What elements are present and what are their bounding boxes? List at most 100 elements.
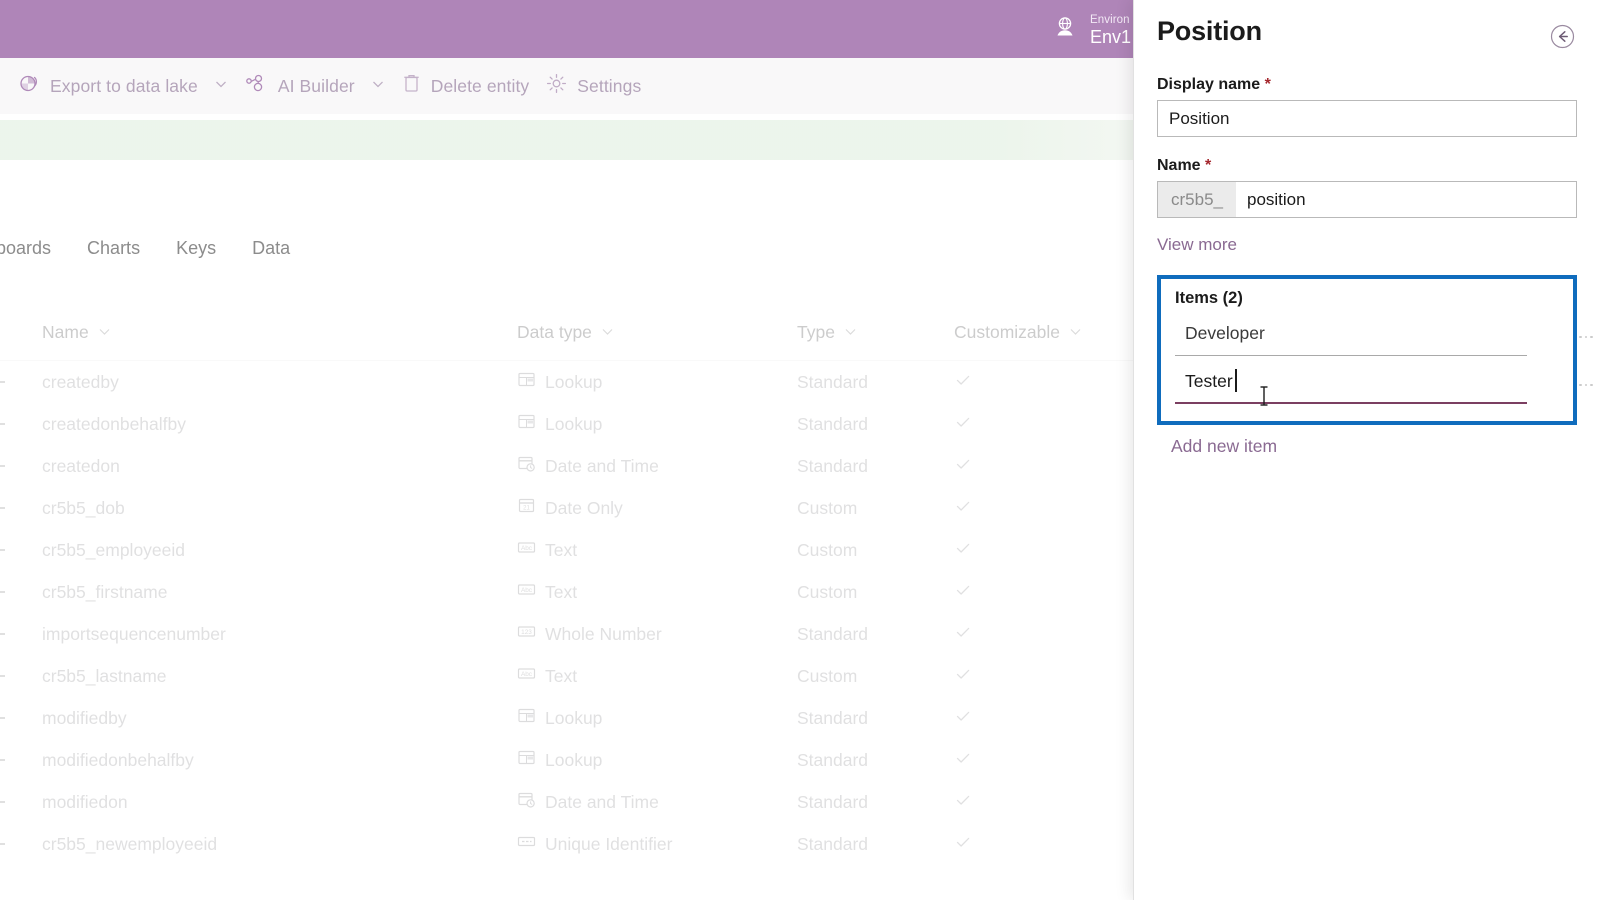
cell-data-type: 21 Date Only	[517, 496, 797, 520]
cell-name: modifiedonbehalfby	[42, 749, 194, 770]
command-label: Export to data lake	[50, 75, 198, 96]
table-row[interactable]: cr5b5_dob 21 Date Only Custom	[0, 487, 1137, 529]
trash-icon	[401, 72, 422, 100]
check-icon	[954, 413, 1124, 436]
environment-selector[interactable]: Environ Env1	[1052, 11, 1131, 48]
data-type-label: Lookup	[545, 371, 603, 392]
cell-data-type: Abc Text	[517, 580, 797, 604]
text-icon: Abc	[517, 580, 536, 604]
cell-type: Standard	[797, 791, 869, 812]
lookup-icon	[517, 370, 536, 394]
column-header-name[interactable]: Name	[42, 322, 517, 343]
command-bar: Export to data lake AI Builder Delete en…	[0, 58, 1137, 114]
column-header-type[interactable]: Type	[797, 322, 954, 343]
cell-data-type: Date and Time	[517, 790, 797, 814]
environment-value: Env1	[1089, 26, 1131, 47]
table-row[interactable]: createdon Date and Time Standard	[0, 445, 1137, 487]
tab-dashboards[interactable]: boards	[0, 238, 69, 259]
panel-title: Position	[1157, 16, 1262, 46]
cell-name: createdonbehalfby	[42, 413, 186, 434]
svg-text:Abc: Abc	[521, 545, 533, 552]
command-label: Delete entity	[430, 75, 530, 96]
cell-name: cr5b5_dob	[42, 497, 125, 518]
tab-keys[interactable]: Keys	[158, 238, 234, 259]
table-row[interactable]: modifiedby Lookup Standard	[0, 697, 1137, 739]
table-row[interactable]: cr5b5_firstname Abc Text Custom	[0, 571, 1137, 613]
cell-customizable	[954, 791, 1124, 814]
list-item	[1175, 313, 1593, 361]
data-type-label: Date and Time	[545, 791, 659, 812]
cell-data-type: Unique Identifier	[517, 832, 797, 856]
data-type-label: Whole Number	[545, 623, 662, 644]
table-row[interactable]: createdby Lookup Standard	[0, 361, 1137, 403]
cell-data-type: Lookup	[517, 412, 797, 436]
display-name-input[interactable]	[1157, 100, 1577, 137]
chevron-down-icon[interactable]	[214, 77, 228, 96]
unique-id-icon	[517, 832, 536, 856]
table-row[interactable]: cr5b5_lastname Abc Text Custom	[0, 655, 1137, 697]
globe-icon	[1052, 14, 1078, 45]
data-type-label: Date and Time	[545, 455, 659, 476]
row-indicator	[0, 381, 5, 383]
text-icon: Abc	[517, 538, 536, 562]
item-value-input-1[interactable]	[1175, 366, 1527, 404]
table-row[interactable]: cr5b5_newemployeeid Unique Identifier Stan…	[0, 823, 1137, 865]
column-header-data-type[interactable]: Data type	[517, 322, 797, 343]
delete-entity-button[interactable]: Delete entity	[393, 64, 538, 108]
table-row[interactable]: cr5b5_employeeid Abc Text Custom	[0, 529, 1137, 571]
cell-data-type: Abc Text	[517, 664, 797, 688]
panel-header: Position	[1157, 0, 1577, 56]
cell-type: Standard	[797, 623, 869, 644]
cell-customizable	[954, 539, 1124, 562]
check-icon	[954, 371, 1124, 394]
add-new-item-link[interactable]: Add new item	[1171, 436, 1277, 457]
column-header-customizable[interactable]: Customizable	[954, 322, 1124, 343]
fields-grid: Name Data type Type Customizable created…	[0, 305, 1137, 900]
table-row[interactable]: modifiedonbehalfby Lookup Standard	[0, 739, 1137, 781]
data-type-label: Date Only	[545, 497, 623, 518]
check-icon	[954, 455, 1124, 478]
view-more-link[interactable]: View more	[1157, 235, 1237, 255]
table-row[interactable]: createdonbehalfby Lookup Standard	[0, 403, 1137, 445]
name-input[interactable]	[1236, 182, 1576, 217]
ai-builder-icon	[244, 72, 269, 100]
back-arrow-icon[interactable]	[1547, 21, 1577, 51]
item-overflow-menu-icon[interactable]	[1575, 374, 1597, 396]
data-type-label: Text	[545, 665, 578, 686]
cell-type: Standard	[797, 371, 869, 392]
date-only-icon: 21	[517, 496, 536, 520]
cell-type: Custom	[797, 539, 858, 560]
table-row[interactable]: modifiedon Date and Time Standard	[0, 781, 1137, 823]
text-caret	[1235, 369, 1237, 392]
check-icon	[954, 707, 1124, 730]
required-marker: *	[1205, 157, 1212, 174]
name-label-text: Name	[1157, 157, 1201, 174]
row-indicator	[0, 591, 5, 593]
cell-type: Custom	[797, 581, 858, 602]
grid-header-row: Name Data type Type Customizable	[0, 305, 1137, 361]
items-section-title: Items (2)	[1175, 289, 1243, 307]
tab-charts[interactable]: Charts	[69, 238, 158, 259]
data-type-label: Lookup	[545, 707, 603, 728]
cell-type: Standard	[797, 833, 869, 854]
items-section: Items (2)	[1157, 275, 1593, 425]
cell-data-type: Abc Text	[517, 538, 797, 562]
item-overflow-menu-icon[interactable]	[1575, 326, 1597, 348]
item-value-input-0[interactable]	[1175, 318, 1527, 356]
settings-button[interactable]: Settings	[537, 64, 649, 108]
svg-text:Abc: Abc	[521, 671, 533, 678]
chevron-down-icon[interactable]	[371, 77, 385, 96]
date-time-icon	[517, 454, 536, 478]
row-indicator	[0, 843, 5, 845]
entity-tab-strip: boards Charts Keys Data	[0, 228, 1137, 268]
column-header-label: Customizable	[954, 322, 1061, 342]
table-row[interactable]: importsequencenumber 123 Whole Number Stand…	[0, 613, 1137, 655]
cell-customizable	[954, 707, 1124, 730]
ai-builder-button[interactable]: AI Builder	[236, 64, 393, 108]
tab-data[interactable]: Data	[234, 238, 308, 259]
check-icon	[954, 791, 1124, 814]
row-indicator	[0, 759, 5, 761]
export-to-data-lake-button[interactable]: Export to data lake	[10, 64, 236, 108]
app-root: Environ Env1 Export to data lake AI Buil…	[0, 0, 1600, 900]
data-type-label: Unique Identifier	[545, 833, 673, 854]
